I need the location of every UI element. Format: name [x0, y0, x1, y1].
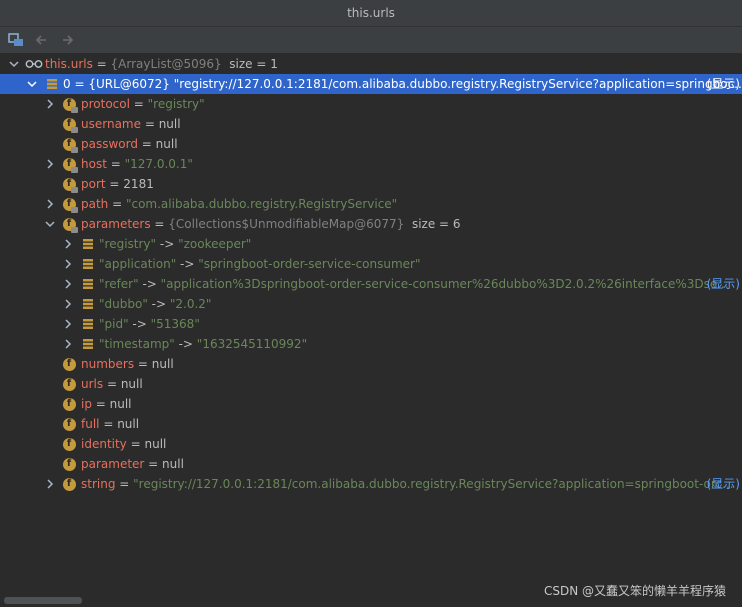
tree-row-full[interactable]: f full = null [0, 414, 742, 434]
tree-row-numbers[interactable]: f numbers = null [0, 354, 742, 374]
chevron-right-icon[interactable] [44, 158, 56, 170]
window-title: this.urls [347, 6, 395, 20]
tree-row-password[interactable]: f password = null [0, 134, 742, 154]
tree-row-parameter[interactable]: f parameter = null [0, 454, 742, 474]
watermark: CSDN @又蠢又笨的懒羊羊程序猿 [543, 584, 726, 598]
chevron-right-icon[interactable] [44, 98, 56, 110]
tree-row-this-urls[interactable]: this.urls = {ArrayList@5096} size = 1 [0, 54, 742, 74]
map-entry-icon [81, 317, 95, 331]
tree-row-ip[interactable]: f ip = null [0, 394, 742, 414]
tree-row-host[interactable]: f host = "127.0.0.1" [0, 154, 742, 174]
show-full-value-link[interactable]: (显示) [707, 76, 740, 92]
object-reference: {ArrayList@5096} [110, 57, 222, 71]
array-element-icon [45, 77, 59, 91]
tree-row-parameters[interactable]: f parameters = {Collections$Unmodifiable… [0, 214, 742, 234]
tree-row-map-entry[interactable]: "pid" -> "51368" [0, 314, 742, 334]
field-icon: f [62, 97, 78, 113]
field-icon: f [62, 417, 76, 431]
chevron-right-icon[interactable] [62, 238, 74, 250]
map-entry-icon [81, 237, 95, 251]
tree-row-item-0[interactable]: 0 = {URL@6072} "registry://127.0.0.1:218… [0, 74, 742, 94]
tree-row-map-entry[interactable]: "dubbo" -> "2.0.2" [0, 294, 742, 314]
tree-row-string[interactable]: f string = "registry://127.0.0.1:2181/co… [0, 474, 742, 494]
watch-glasses-icon [25, 57, 43, 71]
collection-size: size = 1 [229, 57, 278, 71]
field-icon: f [62, 217, 78, 233]
chevron-right-icon[interactable] [62, 298, 74, 310]
tree-row-port[interactable]: f port = 2181 [0, 174, 742, 194]
chevron-down-icon[interactable] [8, 58, 20, 70]
map-entry-icon [81, 277, 95, 291]
map-entry-icon [81, 257, 95, 271]
field-icon: f [62, 457, 76, 471]
tree-row-username[interactable]: f username = null [0, 114, 742, 134]
chevron-down-icon[interactable] [26, 78, 38, 90]
chevron-right-icon[interactable] [62, 318, 74, 330]
chevron-right-icon[interactable] [62, 258, 74, 270]
chevron-right-icon[interactable] [62, 338, 74, 350]
chevron-right-icon[interactable] [44, 478, 56, 490]
variable-name: this.urls [45, 57, 93, 71]
map-entry-icon [81, 297, 95, 311]
tree-row-map-entry[interactable]: "registry" -> "zookeeper" [0, 234, 742, 254]
show-full-value-link[interactable]: (显示) [707, 476, 740, 492]
back-icon[interactable] [32, 31, 50, 49]
horizontal-scrollbar[interactable] [4, 597, 82, 604]
variables-tree: this.urls = {ArrayList@5096} size = 1 0 … [0, 54, 742, 584]
field-icon: f [62, 477, 76, 491]
tree-row-map-entry[interactable]: "refer" -> "application%3Dspringboot-ord… [0, 274, 742, 294]
tree-row-map-entry[interactable]: "application" -> "springboot-order-servi… [0, 254, 742, 274]
tree-row-path[interactable]: f path = "com.alibaba.dubbo.registry.Reg… [0, 194, 742, 214]
toolbar [0, 27, 742, 54]
field-icon: f [62, 177, 78, 193]
field-icon: f [62, 197, 78, 213]
field-icon: f [62, 377, 76, 391]
chevron-right-icon[interactable] [44, 198, 56, 210]
tree-row-urls[interactable]: f urls = null [0, 374, 742, 394]
tree-row-map-entry[interactable]: "timestamp" -> "1632545110992" [0, 334, 742, 354]
field-icon: f [62, 117, 78, 133]
field-icon: f [62, 437, 76, 451]
window-title-bar: this.urls [0, 0, 742, 27]
map-entry-icon [81, 337, 95, 351]
field-icon: f [62, 137, 78, 153]
chevron-down-icon[interactable] [44, 218, 56, 230]
string-value: "registry://127.0.0.1:2181/com.alibaba.d… [173, 77, 742, 91]
field-icon: f [62, 397, 76, 411]
tree-row-identity[interactable]: f identity = null [0, 434, 742, 454]
forward-icon[interactable] [59, 31, 77, 49]
field-icon: f [62, 357, 76, 371]
object-reference: {URL@6072} [88, 77, 170, 91]
restore-layout-icon[interactable] [7, 31, 25, 49]
show-full-value-link[interactable]: (显示) [707, 276, 740, 292]
tree-row-protocol[interactable]: f protocol = "registry" [0, 94, 742, 114]
chevron-right-icon[interactable] [62, 278, 74, 290]
field-icon: f [62, 157, 78, 173]
